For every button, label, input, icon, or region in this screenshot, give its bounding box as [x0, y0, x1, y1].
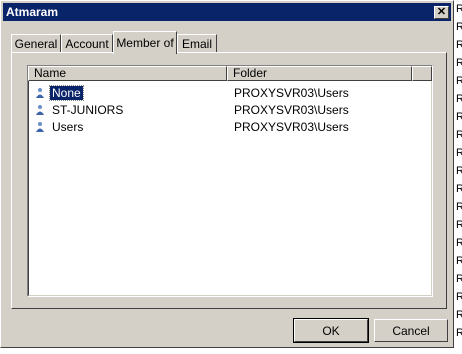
tab-member-of[interactable]: Member of	[113, 31, 177, 54]
background-window-edge: RRRRRRRRRRRRRRRRRRR	[454, 0, 462, 354]
group-folder: PROXYSVR03\Users	[234, 102, 349, 117]
group-name: ST-JUNIORS	[52, 102, 124, 117]
window-title: Atmaram	[6, 5, 59, 19]
tab-account[interactable]: Account	[61, 34, 113, 53]
properties-dialog: Atmaram ✕ General Account Member of Emai…	[0, 0, 454, 348]
list-item[interactable]: Users PROXYSVR03\Users	[28, 118, 432, 135]
group-name: None	[49, 84, 84, 101]
close-button[interactable]: ✕	[434, 5, 449, 19]
column-header-filler	[412, 66, 432, 81]
list-item[interactable]: None PROXYSVR03\Users	[28, 84, 432, 101]
tab-email[interactable]: Email	[177, 34, 217, 53]
group-icon	[36, 121, 44, 132]
list-item[interactable]: ST-JUNIORS PROXYSVR03\Users	[28, 101, 432, 118]
group-name: Users	[52, 119, 84, 134]
column-header-name[interactable]: Name	[28, 66, 227, 81]
group-folder: PROXYSVR03\Users	[234, 119, 349, 134]
close-icon: ✕	[436, 5, 447, 18]
member-of-list[interactable]: Name Folder None PROXYSVR03\Users ST-JUN…	[27, 65, 433, 297]
ok-button[interactable]: OK	[293, 318, 369, 343]
cancel-button[interactable]: Cancel	[374, 319, 448, 342]
group-icon	[36, 87, 44, 98]
background-window-bottom	[0, 348, 462, 354]
group-folder: PROXYSVR03\Users	[234, 85, 349, 100]
member-of-panel: Name Folder None PROXYSVR03\Users ST-JUN…	[11, 52, 447, 309]
column-header-folder[interactable]: Folder	[227, 66, 413, 81]
group-icon	[36, 104, 44, 115]
title-bar[interactable]: Atmaram ✕	[3, 3, 451, 21]
list-header: Name Folder	[28, 66, 432, 81]
tab-general[interactable]: General	[11, 34, 61, 53]
